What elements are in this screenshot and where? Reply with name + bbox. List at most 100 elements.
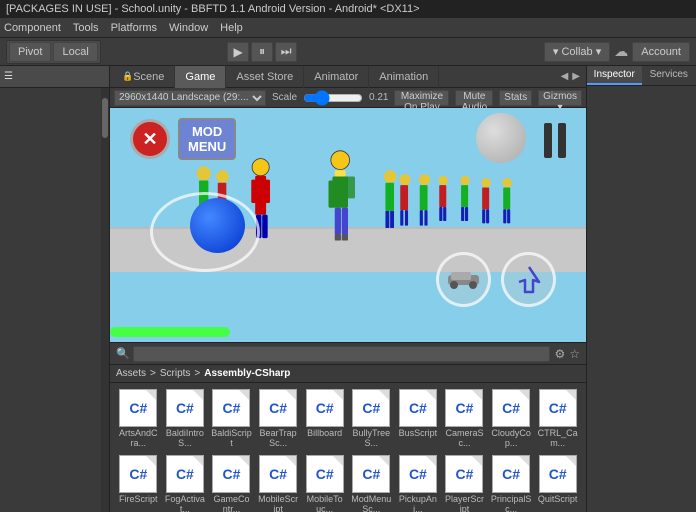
file-item[interactable]: C# CTRL_Cam...	[535, 387, 580, 451]
breadcrumb-scripts[interactable]: Scripts	[160, 368, 191, 379]
file-item[interactable]: C# FogActivat...	[163, 453, 208, 512]
assets-toolbar: 🔍 ⚙ ☆	[110, 343, 586, 365]
play-button[interactable]: ▶	[227, 42, 249, 62]
file-label: FireScript	[119, 495, 158, 505]
tab-animator-label: Animator	[314, 71, 358, 83]
file-item[interactable]: C# PrincipalSc...	[489, 453, 534, 512]
maximize-on-play-btn[interactable]: Maximize On Play	[394, 90, 449, 106]
file-icon: C#	[306, 389, 344, 427]
file-label: CloudyCop...	[491, 429, 532, 449]
file-item[interactable]: C# BusScript	[396, 387, 441, 451]
hierarchy-scrollbar[interactable]	[101, 88, 109, 512]
play-controls: ▶ ⏸ ⏭	[227, 42, 297, 62]
star-icon[interactable]: ☆	[569, 347, 580, 361]
pivot-button[interactable]: Pivot	[9, 42, 51, 62]
ball-circle-indicator	[150, 192, 260, 272]
settings-icon[interactable]: ⚙	[554, 347, 565, 361]
file-item[interactable]: C# BaldiIntroS...	[163, 387, 208, 451]
collab-button[interactable]: ▾ Collab ▾	[544, 42, 610, 62]
tab-animation[interactable]: Animation	[369, 66, 439, 88]
menu-tools[interactable]: Tools	[73, 22, 99, 34]
file-item[interactable]: C# MobileTouc...	[302, 453, 347, 512]
file-item[interactable]: C# MobileScript	[256, 453, 301, 512]
title-bar: [PACKAGES IN USE] - School.unity - BBFTD…	[0, 0, 696, 18]
file-label: GameContr...	[211, 495, 252, 512]
file-icon: C#	[352, 455, 390, 493]
search-icon: 🔍	[116, 347, 130, 360]
joystick-icon	[511, 262, 546, 297]
file-item[interactable]: C# CameraSc...	[442, 387, 487, 451]
csharp-label: C#	[409, 466, 427, 482]
file-label: ModMenuSc...	[351, 495, 392, 512]
file-icon: C#	[259, 455, 297, 493]
hierarchy-scrollbar-thumb	[102, 98, 108, 138]
local-button[interactable]: Local	[53, 42, 97, 62]
tabs-next-icon[interactable]: ▶	[572, 71, 580, 82]
menu-platforms[interactable]: Platforms	[111, 22, 157, 34]
file-grid: C# ArtsAndCra... C# BaldiIntroS... C# Ba…	[110, 383, 586, 512]
step-button[interactable]: ⏭	[275, 42, 297, 62]
scene-lock-icon: 🔒	[122, 71, 133, 82]
file-item[interactable]: C# QuitScript	[535, 453, 580, 512]
menu-window[interactable]: Window	[169, 22, 208, 34]
file-label: QuitScript	[538, 495, 578, 505]
csharp-label: C#	[456, 400, 474, 416]
csharp-label: C#	[269, 466, 287, 482]
account-button[interactable]: Account	[632, 42, 690, 62]
file-icon: C#	[492, 455, 530, 493]
search-bar: 🔍	[116, 346, 550, 362]
file-icon: C#	[445, 389, 483, 427]
search-input[interactable]	[133, 346, 551, 362]
pivot-local-group: Pivot Local	[6, 40, 101, 64]
breadcrumb: Assets > Scripts > Assembly-CSharp	[110, 365, 586, 383]
scale-label: Scale	[272, 92, 297, 103]
file-icon: C#	[119, 389, 157, 427]
file-item[interactable]: C# ArtsAndCra...	[116, 387, 161, 451]
file-item[interactable]: C# PlayerScript	[442, 453, 487, 512]
gizmos-btn[interactable]: Gizmos ▾	[538, 90, 582, 106]
assets-panel: 🔍 ⚙ ☆ Assets > Scripts > Assembly-CSharp…	[110, 342, 586, 512]
file-icon: C#	[212, 389, 250, 427]
file-item[interactable]: C# CloudyCop...	[489, 387, 534, 451]
file-label: PickupAni...	[398, 495, 439, 512]
file-icon: C#	[119, 455, 157, 493]
menu-component[interactable]: Component	[4, 22, 61, 34]
joystick-button[interactable]	[501, 252, 556, 307]
file-item[interactable]: C# BullyTreeS...	[349, 387, 394, 451]
cloud-icon[interactable]: ☁	[614, 43, 628, 60]
tab-services[interactable]: Services	[642, 66, 696, 85]
file-item[interactable]: C# Billboard	[302, 387, 347, 451]
file-icon: C#	[306, 455, 344, 493]
csharp-label: C#	[502, 400, 520, 416]
tab-inspector[interactable]: Inspector	[587, 66, 642, 85]
right-panel-tabs: Inspector Services	[587, 66, 696, 86]
csharp-label: C#	[223, 400, 241, 416]
tabs-prev-icon[interactable]: ◀	[561, 71, 569, 82]
main-layout: ☰ 🔒 Scene Game Asset Store Animator Anim	[0, 66, 696, 512]
menu-help[interactable]: Help	[220, 22, 243, 34]
scale-slider[interactable]	[303, 91, 363, 105]
vehicle-button[interactable]	[436, 252, 491, 307]
tab-game[interactable]: Game	[175, 66, 226, 88]
pause-button[interactable]: ⏸	[251, 42, 273, 62]
file-item[interactable]: C# ModMenuSc...	[349, 453, 394, 512]
game-ui-buttons	[436, 252, 556, 307]
file-item[interactable]: C# PickupAni...	[396, 453, 441, 512]
file-icon: C#	[212, 455, 250, 493]
csharp-label: C#	[129, 466, 147, 482]
file-item[interactable]: C# FireScript	[116, 453, 161, 512]
tab-asset-store[interactable]: Asset Store	[226, 66, 304, 88]
breadcrumb-assets[interactable]: Assets	[116, 368, 146, 379]
mute-audio-btn[interactable]: Mute Audio	[455, 90, 493, 106]
file-item[interactable]: C# BaldiScript	[209, 387, 254, 451]
csharp-label: C#	[176, 400, 194, 416]
tab-scene[interactable]: 🔒 Scene	[112, 66, 175, 88]
stats-btn[interactable]: Stats	[499, 90, 532, 106]
tab-asset-store-label: Asset Store	[236, 71, 293, 83]
file-item[interactable]: C# BearTrapSc...	[256, 387, 301, 451]
file-item[interactable]: C# GameContr...	[209, 453, 254, 512]
resolution-select[interactable]: 2960x1440 Landscape (29:...	[114, 90, 266, 106]
file-label: PrincipalSc...	[491, 495, 532, 512]
tab-animator[interactable]: Animator	[304, 66, 369, 88]
center-panel: 🔒 Scene Game Asset Store Animator Animat…	[110, 66, 586, 512]
